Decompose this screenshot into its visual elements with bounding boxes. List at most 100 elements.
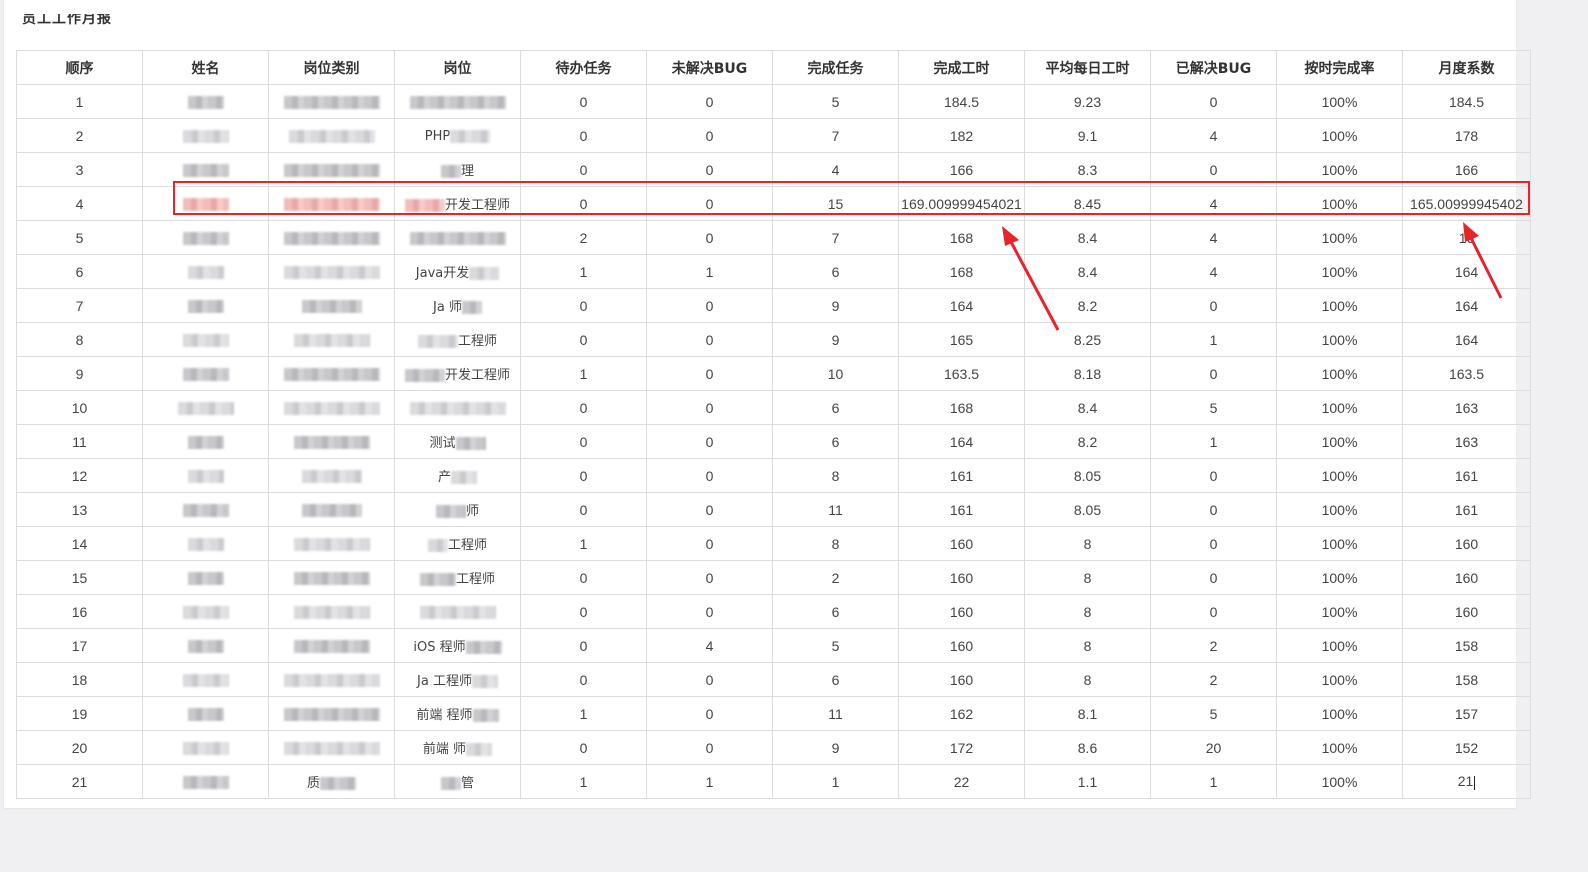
table-row[interactable]: 15 工程师 0 0 2 160 8 0 100% 160 — [16, 560, 1531, 595]
column-header[interactable]: 岗位 — [394, 50, 521, 85]
table-row[interactable]: 12 产 0 0 8 161 8.05 0 100% 161 — [16, 458, 1531, 493]
column-header[interactable]: 待办任务 — [520, 50, 647, 85]
cell-name — [142, 152, 269, 187]
cell-on-time-rate: 100% — [1276, 424, 1403, 459]
redacted-text — [187, 640, 224, 654]
cell-completed-hours: 168 — [898, 220, 1025, 255]
column-header[interactable]: 月度系数 — [1402, 50, 1531, 85]
cell-order: 6 — [16, 254, 143, 289]
column-header[interactable]: 岗位类别 — [268, 50, 395, 85]
cell-name — [142, 288, 269, 323]
cell-category — [268, 594, 395, 629]
cell-open-bugs: 0 — [646, 84, 773, 119]
redacted-text — [283, 742, 380, 756]
table-row[interactable]: 10 0 0 6 168 8.4 5 100% 163 — [16, 390, 1531, 425]
cell-avg-daily-hours: 8.1 — [1024, 696, 1151, 731]
cell-completed-tasks: 8 — [772, 458, 899, 493]
table-row[interactable]: 2 PHP 0 0 7 182 9.1 4 100% 178 — [16, 118, 1531, 153]
cell-open-bugs: 0 — [646, 424, 773, 459]
partial-text: Ja 工程师 — [417, 674, 472, 689]
table-row[interactable]: 9 开发工程师 1 0 10 163.5 8.18 0 100% 163.5 — [16, 356, 1531, 391]
partial-text: 理 — [460, 164, 474, 179]
cell-solved-bugs: 0 — [1150, 594, 1277, 629]
cell-solved-bugs: 0 — [1150, 526, 1277, 561]
column-header[interactable]: 未解决BUG — [646, 50, 773, 85]
cell-category — [268, 696, 395, 731]
table-row[interactable]: 4 开发工程师 0 0 15 169.009999454021 8.45 4 100% 165.0… — [16, 186, 1531, 221]
column-header[interactable]: 姓名 — [142, 50, 269, 85]
table-row[interactable]: 5 2 0 7 168 8.4 4 100% 16 — [16, 220, 1531, 255]
cell-order: 21 — [16, 764, 143, 799]
cell-name — [142, 764, 269, 799]
cell-pending-tasks: 0 — [520, 560, 647, 595]
table-row[interactable]: 18 Ja 工程师 0 0 6 160 8 2 100% 158 — [16, 662, 1531, 697]
cell-solved-bugs: 0 — [1150, 288, 1277, 323]
redacted-text — [427, 538, 448, 552]
cell-avg-daily-hours: 8.4 — [1024, 220, 1151, 255]
cell-avg-daily-hours: 8.2 — [1024, 424, 1151, 459]
column-header[interactable]: 完成任务 — [772, 50, 899, 85]
cell-category — [268, 220, 395, 255]
redacted-text — [283, 402, 380, 416]
cell-open-bugs: 1 — [646, 254, 773, 289]
redacted-text — [187, 266, 224, 280]
cell-position — [394, 84, 521, 119]
table-row[interactable]: 7 Ja 师 0 0 9 164 8.2 0 100% 164 — [16, 288, 1531, 323]
cell-completed-tasks: 6 — [772, 594, 899, 629]
column-header[interactable]: 顺序 — [16, 50, 143, 85]
cell-pending-tasks: 1 — [520, 764, 647, 799]
redacted-text — [288, 130, 375, 144]
column-header[interactable]: 已解决BUG — [1150, 50, 1277, 85]
redacted-text — [187, 300, 224, 314]
redacted-text — [440, 164, 461, 178]
cell-position: 工程师 — [394, 322, 521, 357]
cell-monthly-coefficient: 160 — [1402, 526, 1531, 561]
table-row[interactable]: 3 理 0 0 4 166 8.3 0 100% 166 — [16, 152, 1531, 187]
cell-avg-daily-hours: 8.4 — [1024, 390, 1151, 425]
cell-solved-bugs: 1 — [1150, 424, 1277, 459]
table-row[interactable]: 19 前端 程师 1 0 11 162 8.1 5 100% 157 — [16, 696, 1531, 731]
redacted-text — [417, 334, 458, 348]
cell-category — [268, 662, 395, 697]
column-header[interactable]: 完成工时 — [898, 50, 1025, 85]
cell-completed-tasks: 7 — [772, 220, 899, 255]
cell-pending-tasks: 0 — [520, 492, 647, 527]
cell-monthly-coefficient: 184.5 — [1402, 84, 1531, 119]
cell-pending-tasks: 0 — [520, 424, 647, 459]
cell-pending-tasks: 1 — [520, 254, 647, 289]
cell-name — [142, 220, 269, 255]
cell-completed-tasks: 15 — [772, 186, 899, 221]
cell-open-bugs: 0 — [646, 560, 773, 595]
partial-text: 开发工程师 — [444, 368, 510, 383]
table-row[interactable]: 11 测试 0 0 6 164 8.2 1 100% 163 — [16, 424, 1531, 459]
cell-name — [142, 254, 269, 289]
cell-position: PHP — [394, 118, 521, 153]
cell-monthly-coefficient: 164 — [1402, 288, 1531, 323]
table-row[interactable]: 1 0 0 5 184.5 9.23 0 100% 184.5 — [16, 84, 1531, 119]
table-row[interactable]: 8 工程师 0 0 9 165 8.25 1 100% 164 — [16, 322, 1531, 357]
table-row[interactable]: 13 师 0 0 11 161 8.05 0 100% 161 — [16, 492, 1531, 527]
cell-pending-tasks: 1 — [520, 356, 647, 391]
table-row[interactable]: 6 Java开发 1 1 6 168 8.4 4 100% 164 — [16, 254, 1531, 289]
cell-name — [142, 696, 269, 731]
table-row[interactable]: 20 前端 师 0 0 9 172 8.6 20 100% 152 — [16, 730, 1531, 765]
table-row[interactable]: 17 iOS 程师 0 4 5 160 8 2 100% 158 — [16, 628, 1531, 663]
cell-on-time-rate: 100% — [1276, 560, 1403, 595]
partial-text: Java开发 — [415, 266, 470, 281]
cell-order: 13 — [16, 492, 143, 527]
cell-completed-hours: 182 — [898, 118, 1025, 153]
cell-order: 10 — [16, 390, 143, 425]
partial-text: 工程师 — [457, 334, 497, 349]
table-row[interactable]: 21 质管 1 1 1 22 1.1 1 100% 21 — [16, 764, 1531, 799]
table-row[interactable]: 16 0 0 6 160 8 0 100% 160 — [16, 594, 1531, 629]
cell-open-bugs: 1 — [646, 764, 773, 799]
cell-completed-hours: 22 — [898, 764, 1025, 799]
cell-monthly-coefficient: 166 — [1402, 152, 1531, 187]
column-header[interactable]: 平均每日工时 — [1024, 50, 1151, 85]
column-header[interactable]: 按时完成率 — [1276, 50, 1403, 85]
cell-order: 18 — [16, 662, 143, 697]
table-row[interactable]: 14 工程师 1 0 8 160 8 0 100% 160 — [16, 526, 1531, 561]
cell-position: Ja 工程师 — [394, 662, 521, 697]
partial-text: 工程师 — [447, 538, 487, 553]
redacted-text — [283, 198, 380, 212]
